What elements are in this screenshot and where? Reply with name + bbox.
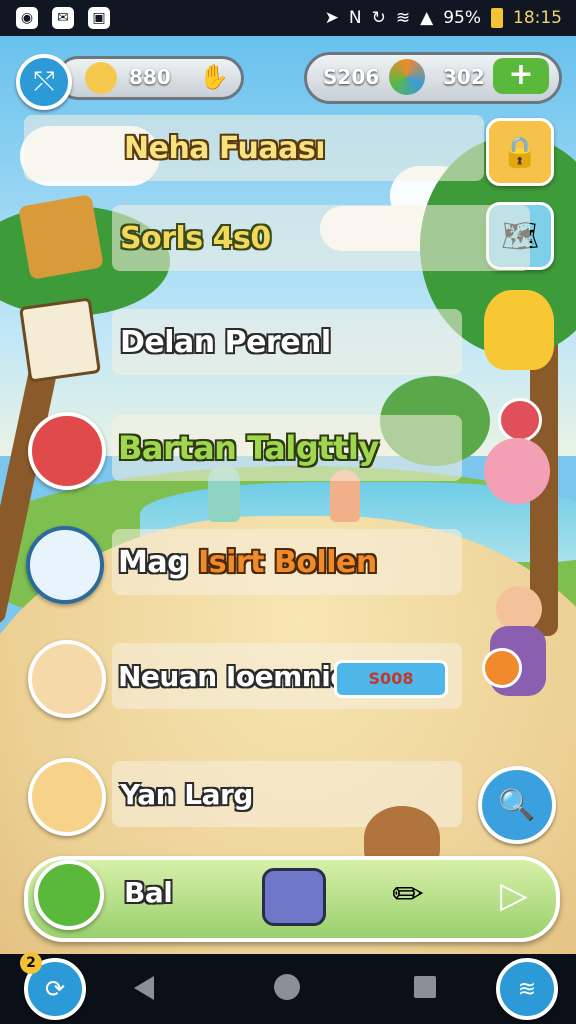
menu-icon: ≋ (517, 976, 537, 1002)
refresh-icon: ⟳ (44, 975, 66, 1003)
pencil-icon: ✏ (392, 872, 424, 916)
navigation-bar: ⟳ 2 ≋ (0, 952, 576, 1024)
action-label: Bal (124, 876, 173, 909)
hand-icon: ✋ (199, 63, 229, 91)
gem-icon (389, 59, 425, 95)
menu-item-label: Delan Perenl (120, 324, 331, 360)
search-icon: 🔍 (498, 787, 536, 823)
status-bar: ◉ ✉ ▣ ➤ N ↻ ≋ ▲ 95% 18:15 (0, 0, 576, 36)
red-bear-icon (28, 412, 106, 490)
player-count: 880 (129, 65, 171, 89)
camera-button[interactable] (262, 868, 326, 926)
nfc-icon: N (348, 8, 362, 28)
battery-level: 95% (443, 8, 481, 28)
add-currency-button[interactable]: + (493, 58, 549, 94)
right-round-button[interactable]: ≋ (496, 958, 558, 1020)
share-button[interactable]: ⤲ (16, 54, 72, 110)
menu-item-label: Neha Fuaası (124, 130, 325, 166)
signal-icon: ▲ (420, 8, 434, 28)
score-badge: S008 (334, 660, 448, 698)
menu-item-4[interactable]: Bartan Talgttly (20, 412, 462, 490)
game-scene: 880 ✋ ⤲ S206 302 + 🔒 🗺 🔍 Neha Fuaası Sor… (0, 36, 576, 954)
app-notification-icon: ◉ (16, 7, 38, 29)
notification-badge: 2 (20, 952, 42, 974)
girl-character[interactable] (484, 438, 550, 504)
sync-icon: ↻ (371, 8, 386, 28)
play-button[interactable]: ▷ (494, 872, 534, 920)
search-button[interactable]: 🔍 (478, 766, 556, 844)
menu-item-7[interactable]: Yan Larg (20, 758, 462, 836)
menu-item-2[interactable]: Sorls 4ѕ0 (18, 194, 530, 280)
menu-item-label-a: Mag (118, 544, 189, 580)
shield-icon (498, 398, 542, 442)
lock-icon: 🔒 (501, 134, 539, 170)
document-icon (19, 297, 101, 383)
bear-character[interactable] (484, 290, 554, 370)
cat-avatar-icon (28, 758, 106, 836)
menu-item-6[interactable]: Neuan Ioemnie S008 (20, 640, 462, 718)
back-icon[interactable] (134, 976, 154, 1000)
menu-item-label: Sorls 4ѕ0 (120, 220, 271, 256)
battery-icon (491, 8, 503, 28)
location-icon: ➤ (324, 8, 339, 28)
action-bar: Bal ✏ ▷ (24, 856, 560, 942)
home-icon[interactable] (274, 974, 300, 1000)
book-icon (18, 194, 104, 280)
wifi-icon: ≋ (395, 8, 411, 28)
face-icon (85, 62, 117, 94)
lock-button[interactable]: 🔒 (486, 118, 554, 186)
menu-item-3[interactable]: Delan Perenl (19, 297, 462, 383)
clock: 18:15 (513, 8, 562, 28)
plus-icon: + (508, 57, 534, 92)
frog-icon[interactable] (34, 860, 104, 930)
menu-item-label: Neuan Ioemnie (118, 659, 349, 693)
tools-button[interactable]: ✏ (384, 866, 432, 922)
currency-pill: S206 302 + (304, 52, 562, 104)
girl-avatar-icon (28, 640, 106, 718)
menu-item-label: Yan Larg (120, 777, 253, 811)
sms-icon: ✉ (52, 7, 74, 29)
coin-count: S206 (323, 65, 380, 89)
menu-item-5[interactable]: Mag Isirt Bollen (20, 526, 462, 604)
recents-icon[interactable] (414, 976, 436, 998)
menu-item-1[interactable]: Neha Fuaası (20, 112, 484, 184)
compass-icon (26, 526, 104, 604)
menu-item-label-b: Isirt Bollen (198, 544, 377, 580)
share-icon: ⤲ (33, 66, 55, 97)
play-icon: ▷ (500, 875, 528, 916)
media-icon: ▣ (88, 7, 110, 29)
player-pill: 880 ✋ (56, 56, 244, 100)
menu-item-label: Bartan Talgttly (118, 429, 379, 467)
gem-count: 302 (443, 65, 485, 89)
boy-character[interactable] (482, 586, 552, 736)
